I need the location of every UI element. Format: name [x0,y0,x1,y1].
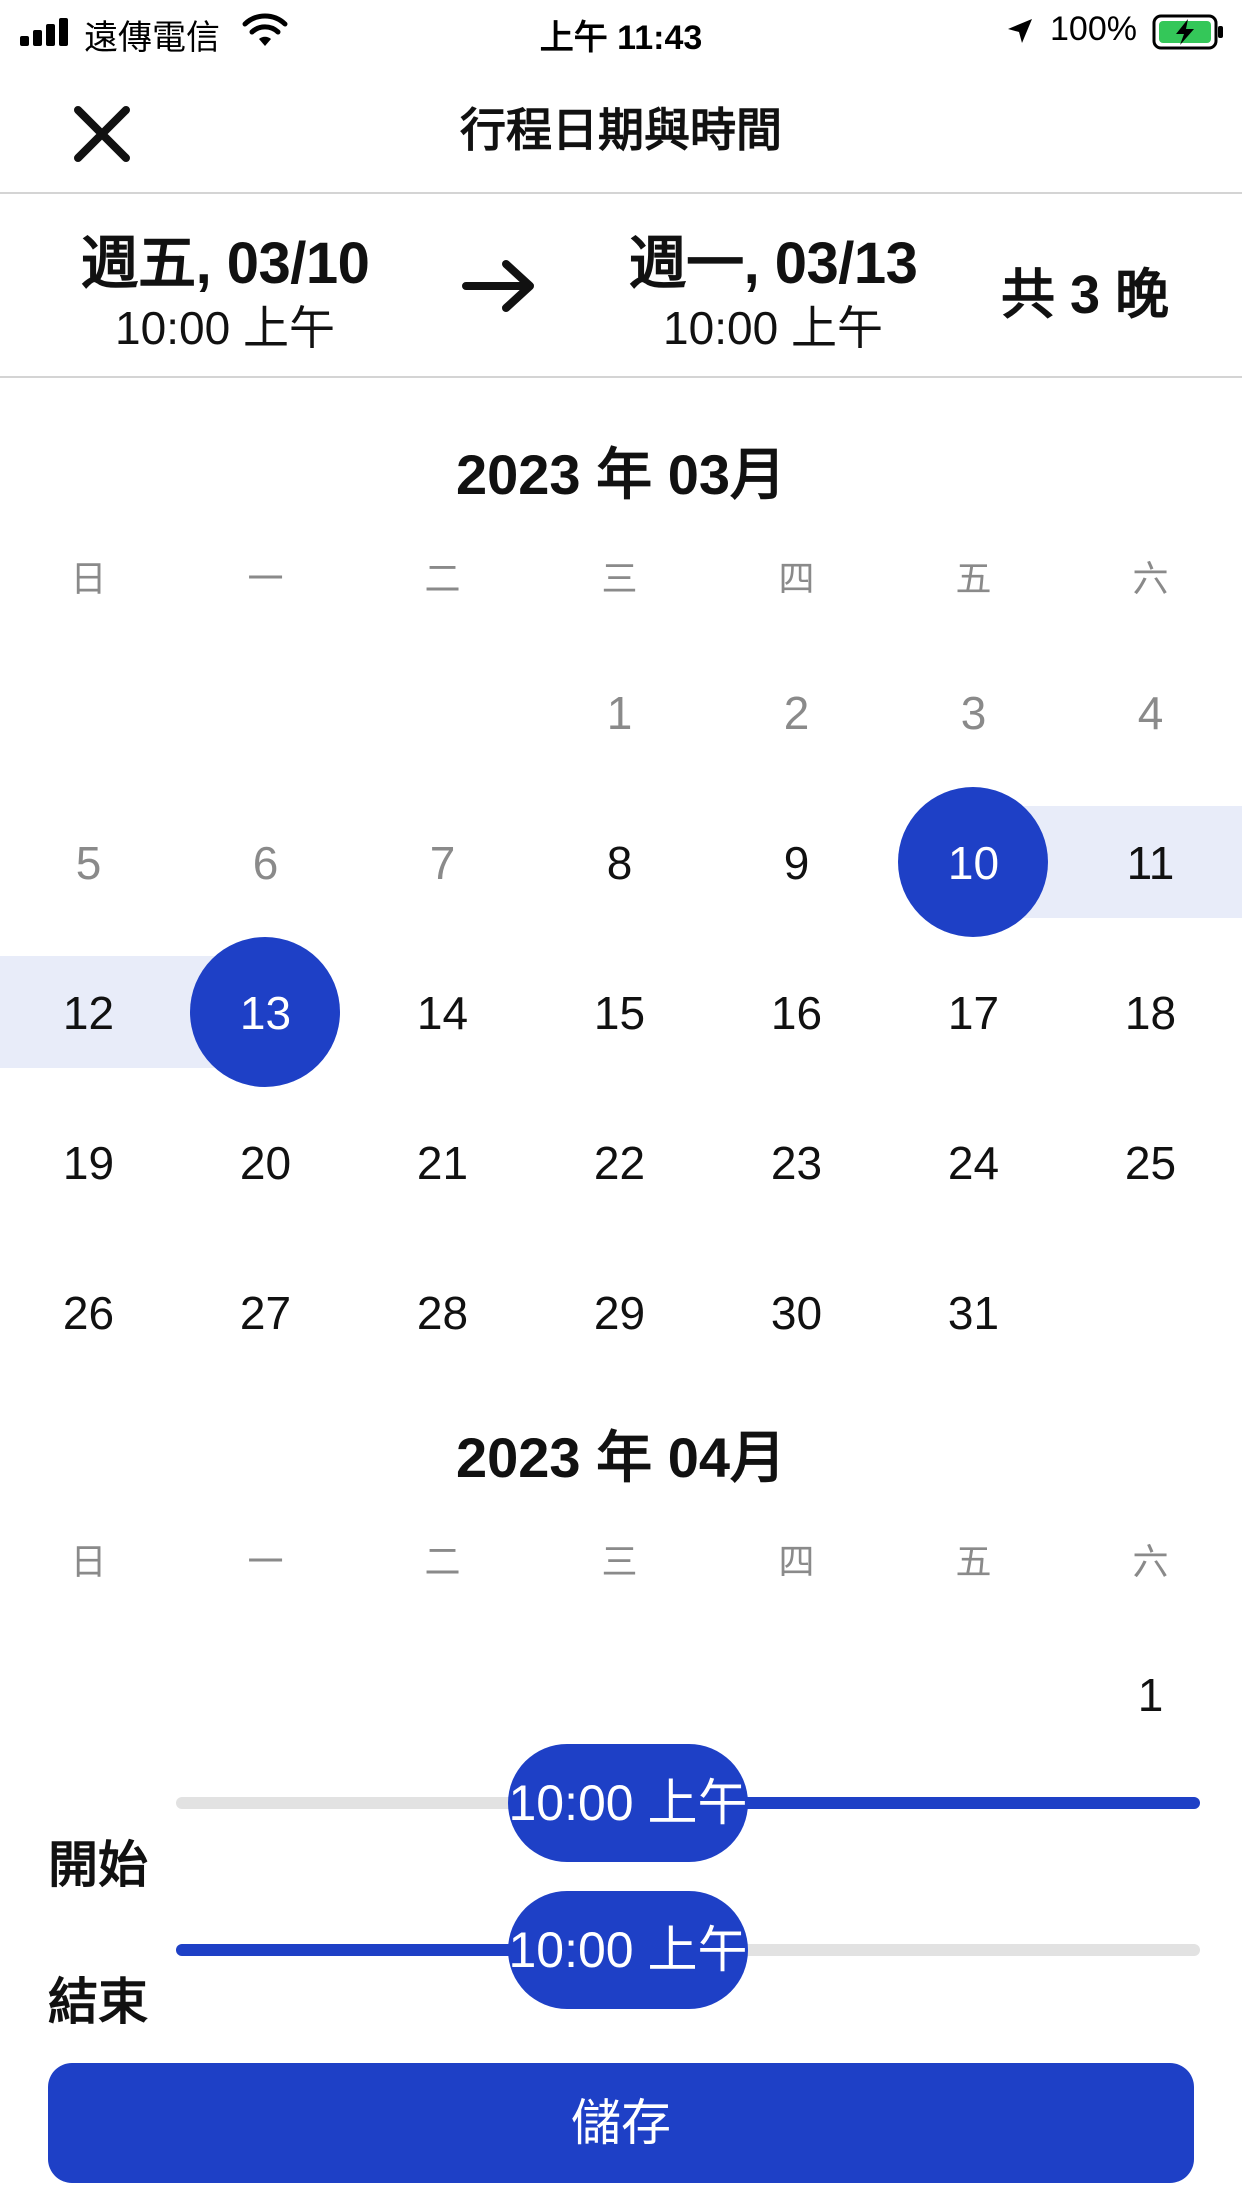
calendar-day[interactable]: 22 [531,1108,708,1218]
month-title-march: 2023 年 03月 [456,443,786,506]
page-title: 行程日期與時間 [460,104,782,156]
weekday-label: 一 [247,558,284,599]
calendar-day[interactable]: 30 [708,1258,885,1368]
battery-percent: 100% [1050,10,1137,48]
weekday-header-april: 日 一 二 三 四 五 六 [0,1533,1242,1583]
calendar-day[interactable]: 26 [0,1258,177,1368]
calendar-day[interactable]: 25 [1062,1108,1239,1218]
end-date: 週一, 03/13 [628,231,918,296]
calendar-day[interactable]: 1 [1062,1640,1239,1750]
calendar-day[interactable]: 9 [708,808,885,918]
weekday-label: 一 [247,1541,284,1582]
calendar-day[interactable]: 4 [1062,658,1239,768]
calendar-day[interactable]: 28 [354,1258,531,1368]
arrow-right-icon [462,260,534,312]
calendar-day-selected-end[interactable]: 13 [177,958,354,1068]
header: 行程日期與時間 [0,64,1242,194]
weekday-label: 二 [424,1541,461,1582]
calendar-day[interactable]: 15 [531,958,708,1068]
calendar-day[interactable]: 14 [354,958,531,1068]
weekday-label: 六 [1132,1541,1169,1582]
end-time-slider-thumb[interactable]: 10:00 上午 [508,1891,748,2009]
calendar-day[interactable]: 17 [885,958,1062,1068]
calendar-day[interactable]: 20 [177,1108,354,1218]
weekday-label: 日 [70,1541,107,1582]
weekday-label: 六 [1132,558,1169,599]
start-time-label: 開始 [48,1837,148,1893]
start-time-slider-thumb[interactable]: 10:00 上午 [508,1744,748,1862]
calendar-day[interactable]: 23 [708,1108,885,1218]
calendar-day[interactable]: 18 [1062,958,1239,1068]
month-title-april: 2023 年 04月 [456,1426,786,1489]
calendar-day[interactable]: 16 [708,958,885,1068]
calendar-day[interactable]: 5 [0,808,177,918]
weekday-label: 五 [955,1541,992,1582]
calendar-day[interactable]: 19 [0,1108,177,1218]
calendar-day[interactable]: 3 [885,658,1062,768]
weekday-label: 五 [955,558,992,599]
start-date: 週五, 03/10 [80,231,370,296]
weekday-label: 三 [601,558,638,599]
location-arrow-icon [1008,19,1032,43]
end-time: 10:00 上午 [663,302,883,354]
calendar-day[interactable]: 6 [177,808,354,918]
weekday-label: 日 [70,558,107,599]
calendar-day[interactable]: 27 [177,1258,354,1368]
calendar-day[interactable]: 8 [531,808,708,918]
weekday-label: 四 [778,1541,815,1582]
weekday-label: 四 [778,558,815,599]
status-bar: 遠傳電信 上午 11:43 100% [0,0,1242,64]
calendar-day-in-range[interactable]: 12 [0,958,177,1068]
end-time-label: 結束 [48,1974,148,2030]
trip-summary: 週五, 03/10 10:00 上午 週一, 03/13 10:00 上午 共 … [0,194,1242,378]
weekday-header-march: 日 一 二 三 四 五 六 [0,550,1242,600]
weekday-label: 三 [601,1541,638,1582]
calendar-day[interactable]: 29 [531,1258,708,1368]
calendar-day[interactable]: 21 [354,1108,531,1218]
battery-charging-icon [1152,14,1223,50]
nights-count: 共 3 晚 [1000,265,1170,325]
weekday-label: 二 [424,558,461,599]
calendar-day[interactable]: 24 [885,1108,1062,1218]
calendar-day[interactable]: 2 [708,658,885,768]
start-time: 10:00 上午 [115,302,335,354]
calendar-day-in-range[interactable]: 11 [1062,808,1239,918]
calendar-day[interactable]: 1 [531,658,708,768]
calendar-day-selected-start[interactable]: 10 [885,808,1062,918]
calendar-day[interactable]: 7 [354,808,531,918]
calendar-day[interactable]: 31 [885,1258,1062,1368]
save-button[interactable]: 儲存 [48,2063,1194,2183]
